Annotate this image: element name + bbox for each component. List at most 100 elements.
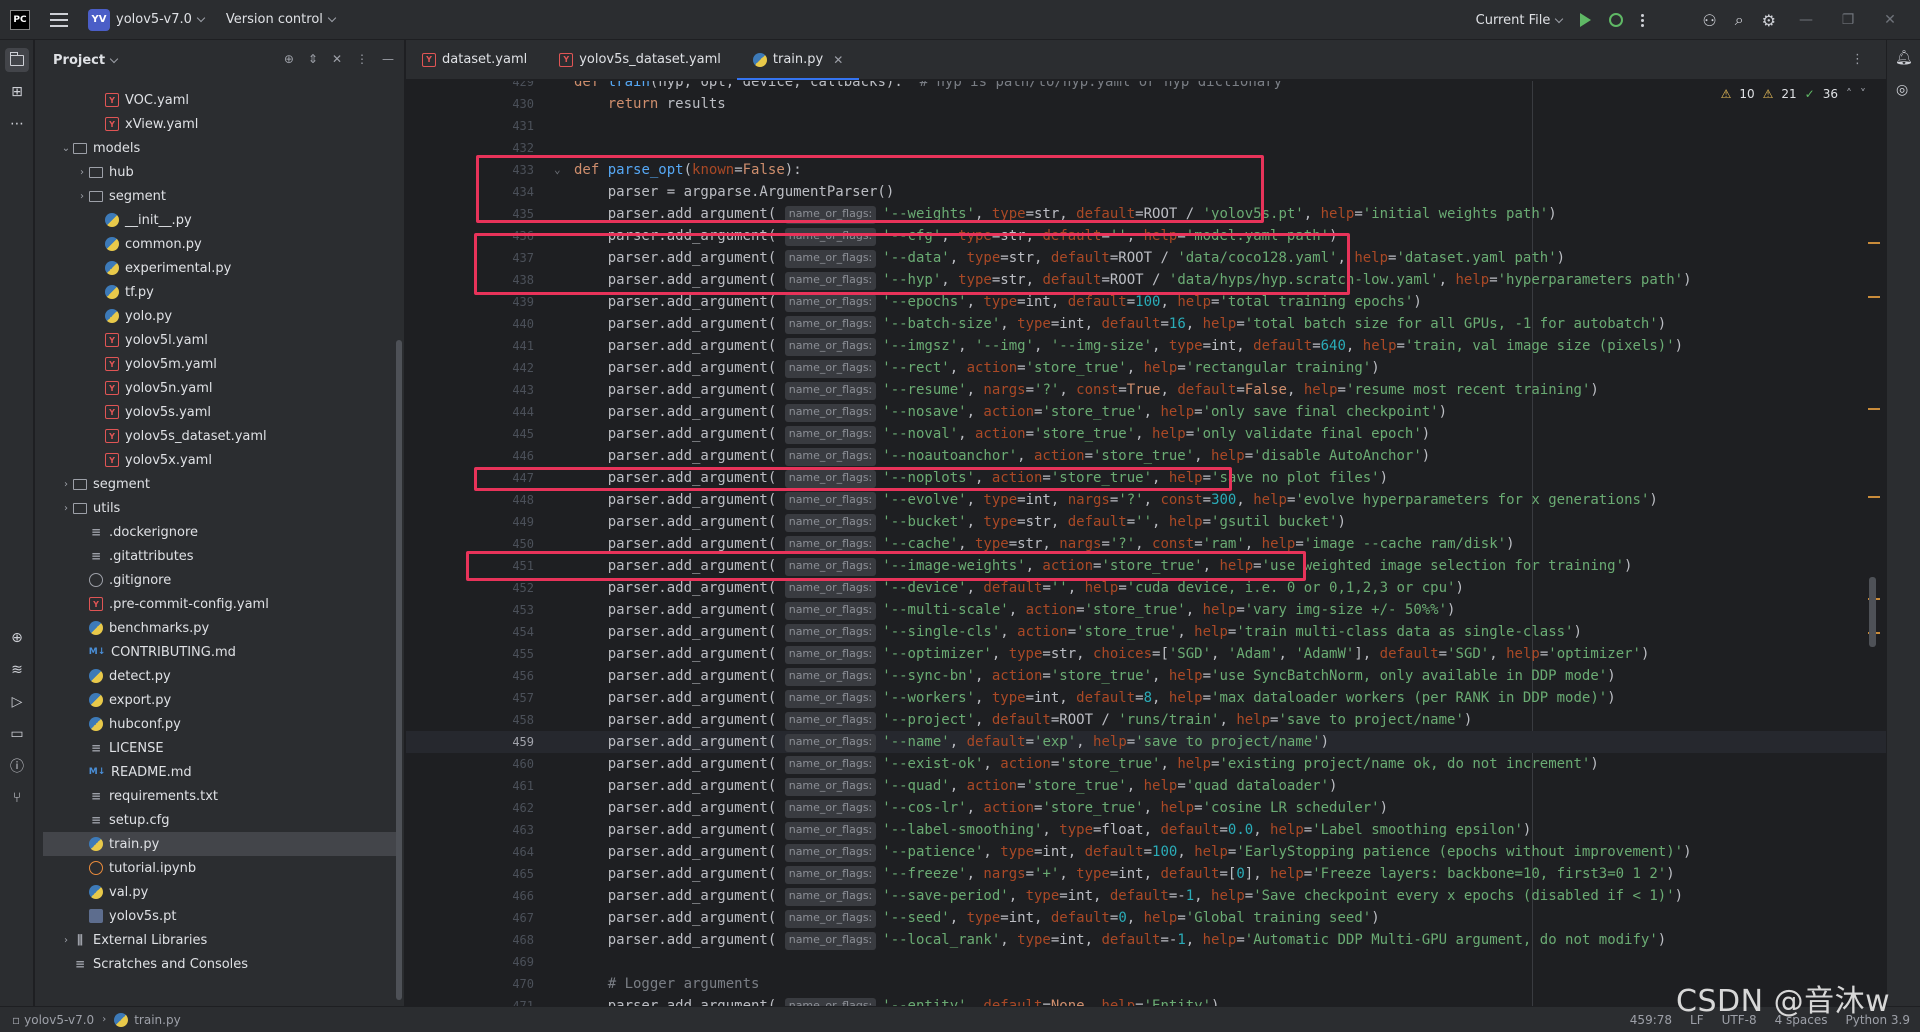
expand-all-icon[interactable]: ⇕	[308, 52, 318, 66]
restore-icon[interactable]: ❐	[1836, 12, 1860, 28]
tree-item[interactable]: › hub	[35, 160, 397, 184]
tree-item[interactable]: › ⫼ External Libraries	[35, 928, 397, 952]
ai-assistant-icon[interactable]: ◎	[1896, 82, 1908, 98]
search-icon[interactable]: ⌕	[1735, 10, 1744, 30]
add-user-icon[interactable]: ⚇	[1702, 11, 1716, 30]
tab-train-py[interactable]: train.py ✕	[736, 40, 860, 80]
code-line[interactable]: 443 parser.add_argument( name_or_flags: '…	[406, 379, 1886, 401]
panel-options-icon[interactable]: ⋮	[356, 52, 368, 66]
services-icon[interactable]: ▷	[5, 690, 29, 714]
tree-item[interactable]: › segment	[35, 184, 397, 208]
close-window-icon[interactable]: ✕	[1878, 12, 1902, 28]
caret-position[interactable]: 459:78	[1630, 1013, 1672, 1027]
code-line[interactable]: 452 parser.add_argument( name_or_flags: '…	[406, 577, 1886, 599]
layers-icon[interactable]: ≋	[5, 658, 29, 682]
code-line[interactable]: 437 parser.add_argument( name_or_flags: '…	[406, 247, 1886, 269]
tree-item[interactable]: hubconf.py	[35, 712, 397, 736]
inspection-widget[interactable]: ⚠ 10 ⚠ 21 ✓ 36 ˄ ˅	[1721, 87, 1866, 101]
warning-marker[interactable]	[1868, 408, 1880, 410]
tree-item[interactable]: Yyolov5s.yaml	[35, 400, 397, 424]
project-switcher[interactable]: yolov5-v7.0	[116, 12, 206, 27]
tree-item[interactable]: __init__.py	[35, 208, 397, 232]
tree-item[interactable]: ⌄ models	[35, 136, 397, 160]
tree-item[interactable]: Yyolov5m.yaml	[35, 352, 397, 376]
tree-item[interactable]: common.py	[35, 232, 397, 256]
code-line[interactable]: 470 # Logger arguments	[406, 973, 1886, 995]
tab-options-icon[interactable]: ⋮	[1851, 52, 1864, 67]
tree-item[interactable]: tf.py	[35, 280, 397, 304]
notifications-bell-icon[interactable]: 🔔︎	[1895, 50, 1913, 66]
more-tools-icon[interactable]: ⋯	[5, 112, 29, 136]
code-line[interactable]: 458 parser.add_argument( name_or_flags: '…	[406, 709, 1886, 731]
code-line[interactable]: 447 parser.add_argument( name_or_flags: '…	[406, 467, 1886, 489]
code-line[interactable]: 439 parser.add_argument( name_or_flags: '…	[406, 291, 1886, 313]
tree-item[interactable]: ≡ setup.cfg	[35, 808, 397, 832]
code-line[interactable]: 466 parser.add_argument( name_or_flags: '…	[406, 885, 1886, 907]
code-line[interactable]: 468 parser.add_argument( name_or_flags: '…	[406, 929, 1886, 951]
run-config-selector[interactable]: Current File	[1476, 13, 1564, 28]
breadcrumb-project[interactable]: yolov5-v7.0	[24, 1013, 94, 1027]
tree-item[interactable]: yolo.py	[35, 304, 397, 328]
close-tab-icon[interactable]: ✕	[833, 53, 843, 67]
code-line[interactable]: 450 parser.add_argument( name_or_flags: '…	[406, 533, 1886, 555]
chevron-right-icon[interactable]: ›	[59, 935, 73, 946]
settings-gear-icon[interactable]: ⚙	[1762, 11, 1776, 30]
debug-icon[interactable]	[1609, 13, 1624, 27]
tree-item[interactable]: benchmarks.py	[35, 616, 397, 640]
code-line[interactable]: 440 parser.add_argument( name_or_flags: '…	[406, 313, 1886, 335]
tree-item[interactable]: yolov5s.pt	[35, 904, 397, 928]
editor-scrollbar[interactable]	[1869, 577, 1876, 647]
tree-item[interactable]: train.py	[43, 832, 397, 856]
tree-item[interactable]: › segment	[35, 472, 397, 496]
tree-item[interactable]: experimental.py	[35, 256, 397, 280]
tree-item[interactable]: detect.py	[35, 664, 397, 688]
tree-item[interactable]: Y .pre-commit-config.yaml	[35, 592, 397, 616]
chevron-down-icon[interactable]: ˅	[1860, 87, 1866, 101]
code-line[interactable]: 429 def train(hyp, opt, device, callbacks…	[406, 81, 1886, 93]
code-editor[interactable]: 429 def train(hyp, opt, device, callbacks…	[406, 81, 1886, 1006]
code-line[interactable]: 449 parser.add_argument( name_or_flags: '…	[406, 511, 1886, 533]
hide-panel-icon[interactable]: —	[382, 52, 394, 66]
tree-item[interactable]: ≡ requirements.txt	[35, 784, 397, 808]
code-line[interactable]: 434 parser = argparse.ArgumentParser()	[406, 181, 1886, 203]
code-line[interactable]: 441 parser.add_argument( name_or_flags: '…	[406, 335, 1886, 357]
tree-item[interactable]: Yyolov5n.yaml	[35, 376, 397, 400]
git-branch-icon[interactable]: ⑂	[5, 786, 29, 810]
code-line[interactable]: 464 parser.add_argument( name_or_flags: '…	[406, 841, 1886, 863]
code-line[interactable]: 435 parser.add_argument( name_or_flags: '…	[406, 203, 1886, 225]
python-packages-icon[interactable]: ⊕	[5, 626, 29, 650]
code-line[interactable]: 454 parser.add_argument( name_or_flags: '…	[406, 621, 1886, 643]
warning-marker[interactable]	[1868, 496, 1880, 498]
code-line[interactable]: 462 parser.add_argument( name_or_flags: '…	[406, 797, 1886, 819]
tree-item[interactable]: export.py	[35, 688, 397, 712]
tree-item[interactable]: Yyolov5x.yaml	[35, 448, 397, 472]
code-line[interactable]: 451 parser.add_argument( name_or_flags: '…	[406, 555, 1886, 577]
code-line[interactable]: 436 parser.add_argument( name_or_flags: '…	[406, 225, 1886, 247]
code-line[interactable]: 456 parser.add_argument( name_or_flags: '…	[406, 665, 1886, 687]
project-scrollbar[interactable]	[396, 340, 402, 1000]
code-line[interactable]: 430 return results	[406, 93, 1886, 115]
chevron-right-icon[interactable]: ›	[59, 503, 73, 514]
fold-chevron-icon[interactable]: ⌄	[554, 159, 561, 181]
chevron-right-icon[interactable]: ›	[75, 167, 89, 178]
code-line[interactable]: 446 parser.add_argument( name_or_flags: '…	[406, 445, 1886, 467]
code-line[interactable]: 448 parser.add_argument( name_or_flags: '…	[406, 489, 1886, 511]
tree-item[interactable]: Y VOC.yaml	[35, 88, 397, 112]
locate-file-icon[interactable]: ⊕	[284, 52, 294, 66]
code-line[interactable]: 432	[406, 137, 1886, 159]
collapse-all-icon[interactable]: ✕	[332, 52, 342, 66]
warning-marker[interactable]	[1868, 242, 1880, 244]
tree-item[interactable]: M↓ CONTRIBUTING.md	[35, 640, 397, 664]
warning-marker[interactable]	[1868, 296, 1880, 298]
code-line[interactable]: 465 parser.add_argument( name_or_flags: '…	[406, 863, 1886, 885]
tab-dataset-yaml[interactable]: Ydataset.yaml	[406, 40, 543, 80]
code-line[interactable]: 444 parser.add_argument( name_or_flags: '…	[406, 401, 1886, 423]
problems-icon[interactable]: ⓘ	[5, 754, 29, 778]
more-actions-icon[interactable]	[1641, 13, 1645, 27]
code-line[interactable]: 457 parser.add_argument( name_or_flags: '…	[406, 687, 1886, 709]
tree-item[interactable]: val.py	[35, 880, 397, 904]
breadcrumb-file[interactable]: train.py	[134, 1013, 180, 1027]
tree-item[interactable]: › utils	[35, 496, 397, 520]
tree-item[interactable]: .gitignore	[35, 568, 397, 592]
code-line[interactable]: 463 parser.add_argument( name_or_flags: '…	[406, 819, 1886, 841]
